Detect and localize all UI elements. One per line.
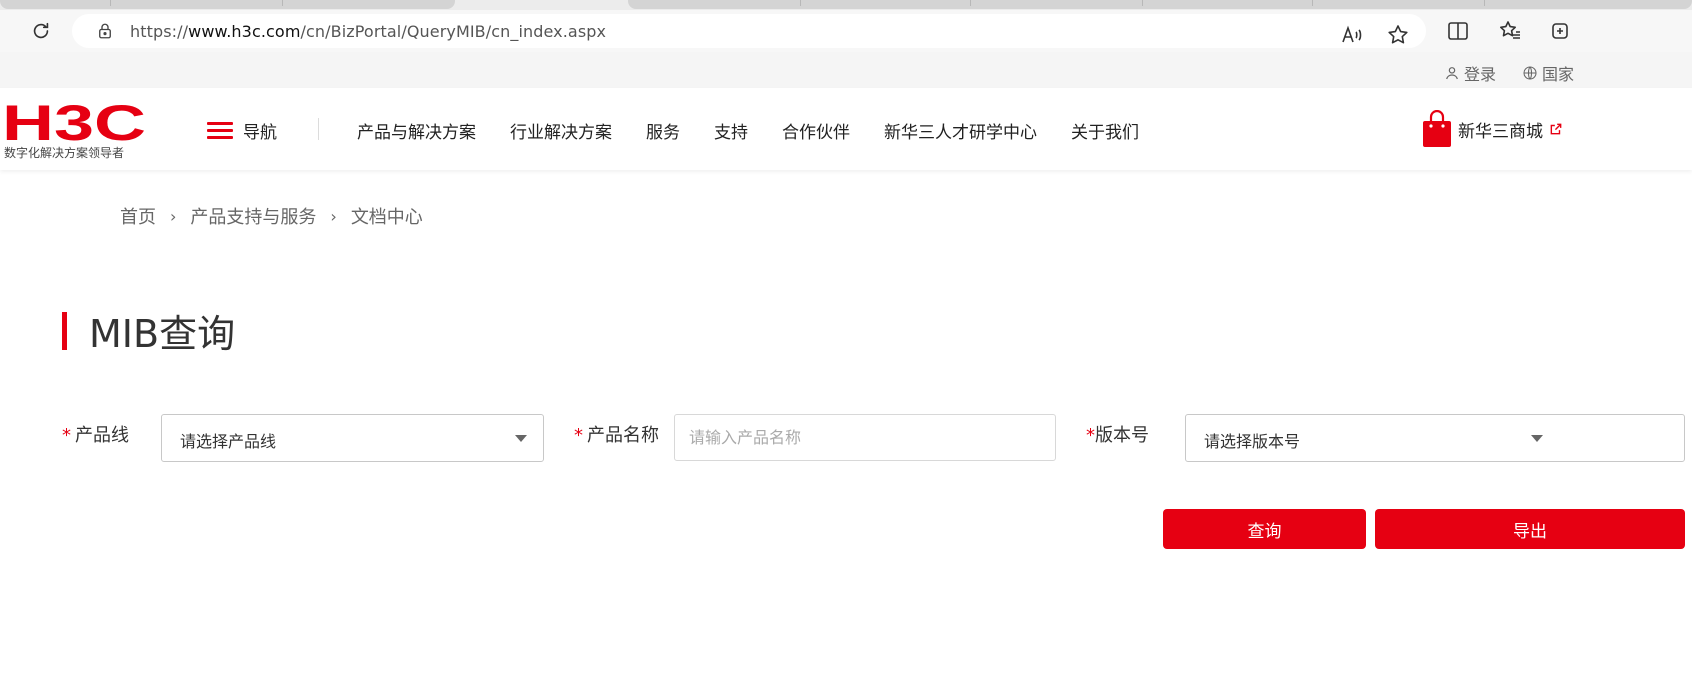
browser-address-bar: https://www.h3c.com/cn/BizPortal/QueryMI…	[0, 10, 1692, 52]
nav-item-products-solutions[interactable]: 产品与解决方案	[357, 118, 476, 143]
breadcrumb-support-services[interactable]: 产品支持与服务	[190, 203, 316, 229]
breadcrumb: 首页 › 产品支持与服务 › 文档中心	[120, 203, 423, 229]
export-button[interactable]: 导出	[1375, 509, 1685, 549]
version-value: 请选择版本号	[1204, 432, 1301, 451]
tab-separator	[970, 0, 971, 6]
favorite-star-icon[interactable]	[1386, 23, 1410, 47]
site-header: H3C 数字化解决方案领导者 导航 产品与解决方案 行业解决方案 服务 支持 合…	[0, 88, 1692, 170]
split-screen-icon[interactable]	[1446, 19, 1470, 43]
region-label: 国家	[1542, 65, 1575, 84]
product-line-value: 请选择产品线	[180, 432, 277, 451]
nav-item-services[interactable]: 服务	[646, 118, 680, 143]
login-label: 登录	[1464, 65, 1497, 84]
site-utility-bar: 登录 国家	[0, 52, 1692, 88]
mall-label: 新华三商城	[1458, 121, 1543, 142]
required-mark: *	[574, 425, 583, 446]
hamburger-icon	[207, 121, 233, 140]
breadcrumb-doc-center[interactable]: 文档中心	[351, 203, 423, 229]
title-accent-bar	[62, 311, 67, 350]
breadcrumb-separator: ›	[330, 206, 337, 226]
read-aloud-icon[interactable]	[1340, 23, 1364, 47]
login-link[interactable]: 登录	[1444, 61, 1496, 85]
shopping-bag-icon	[1423, 110, 1451, 147]
product-name-label: * 产品名称	[574, 425, 659, 446]
version-label: *版本号	[1086, 425, 1149, 446]
required-mark: *	[1086, 425, 1095, 446]
lock-icon[interactable]	[96, 22, 114, 40]
external-link-icon	[1550, 123, 1562, 135]
url-text: https://www.h3c.com/cn/BizPortal/QueryMI…	[130, 22, 607, 41]
page-title-block: MIB查询	[62, 303, 235, 358]
navigation-label: 导航	[243, 123, 277, 143]
globe-icon	[1523, 66, 1537, 80]
breadcrumb-separator: ›	[170, 206, 177, 226]
main-nav: 产品与解决方案 行业解决方案 服务 支持 合作伙伴 新华三人才研学中心 关于我们	[357, 118, 1139, 143]
browser-tab[interactable]	[0, 0, 455, 9]
version-select[interactable]: 请选择版本号	[1185, 414, 1685, 462]
breadcrumb-home[interactable]: 首页	[120, 203, 156, 229]
url-field[interactable]: https://www.h3c.com/cn/BizPortal/QueryMI…	[72, 14, 1426, 48]
tab-separator	[110, 0, 111, 6]
nav-item-support[interactable]: 支持	[714, 118, 748, 143]
logo-slogan: 数字化解决方案领导者	[4, 146, 125, 160]
region-selector[interactable]: 国家	[1522, 61, 1574, 85]
dropdown-caret-icon	[1531, 435, 1543, 442]
nav-item-about-us[interactable]: 关于我们	[1071, 118, 1139, 143]
product-line-select[interactable]: 请选择产品线	[161, 414, 544, 462]
browser-tab[interactable]	[628, 0, 1692, 9]
product-name-input[interactable]	[674, 414, 1056, 461]
tab-separator	[1142, 0, 1143, 6]
reload-icon[interactable]	[30, 20, 52, 42]
user-icon	[1446, 67, 1458, 80]
tab-separator	[800, 0, 801, 6]
tab-separator	[282, 0, 283, 6]
required-mark: *	[62, 425, 71, 446]
h3c-mall-link[interactable]: 新华三商城	[1422, 110, 1563, 148]
nav-item-industry-solutions[interactable]: 行业解决方案	[510, 118, 612, 143]
page-title: MIB查询	[89, 312, 236, 356]
dropdown-caret-icon	[515, 435, 527, 442]
nav-item-talent-center[interactable]: 新华三人才研学中心	[884, 118, 1037, 143]
navigation-menu-button[interactable]: 导航	[207, 118, 277, 143]
collections-icon[interactable]	[1548, 19, 1572, 43]
tab-separator	[1312, 0, 1313, 6]
svg-text:H3C: H3C	[2, 96, 146, 151]
nav-divider	[318, 118, 319, 140]
nav-item-partners[interactable]: 合作伙伴	[782, 118, 850, 143]
browser-tab-strip	[0, 0, 1692, 10]
product-line-label: * 产品线	[62, 425, 129, 446]
query-button[interactable]: 查询	[1163, 509, 1366, 549]
tab-separator	[1484, 0, 1485, 6]
favorites-icon[interactable]	[1498, 19, 1522, 43]
